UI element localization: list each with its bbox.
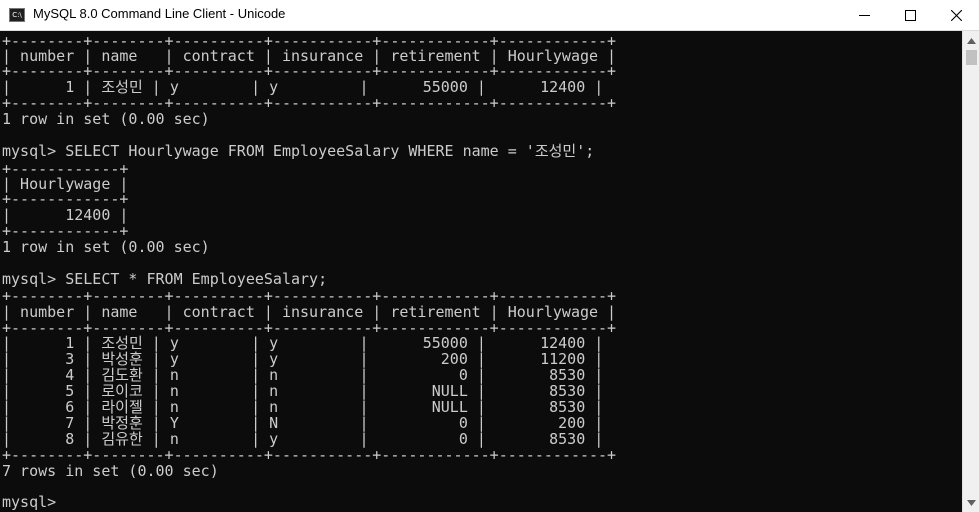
scrollbar-thumb[interactable]	[966, 50, 977, 65]
terminal-line: mysql> SELECT Hourlywage FROM EmployeeSa…	[2, 142, 595, 160]
console-icon[interactable]: C:\	[9, 8, 25, 22]
scroll-down-button[interactable]	[963, 494, 979, 511]
maximize-button[interactable]	[887, 0, 933, 30]
window-title: MySQL 8.0 Command Line Client - Unicode	[33, 6, 286, 21]
title-bar[interactable]: C:\ MySQL 8.0 Command Line Client - Unic…	[0, 0, 979, 31]
vertical-scrollbar[interactable]	[962, 31, 979, 512]
terminal-line: 1 row in set (0.00 sec)	[2, 110, 210, 128]
terminal-line: 1 row in set (0.00 sec)	[2, 238, 210, 256]
scroll-up-icon	[967, 37, 976, 44]
scroll-up-button[interactable]	[963, 32, 979, 49]
maximize-icon	[904, 9, 916, 21]
minimize-icon	[858, 14, 870, 16]
terminal-prompt[interactable]: mysql>	[2, 493, 56, 511]
terminal-line: 7 rows in set (0.00 sec)	[2, 462, 219, 480]
minimize-button[interactable]	[841, 0, 887, 30]
close-button[interactable]	[933, 0, 979, 30]
scroll-down-icon	[967, 499, 976, 506]
terminal-line: mysql> SELECT * FROM EmployeeSalary;	[2, 270, 328, 288]
terminal-output[interactable]: +--------+--------+----------+----------…	[0, 31, 962, 512]
close-icon	[950, 9, 962, 21]
